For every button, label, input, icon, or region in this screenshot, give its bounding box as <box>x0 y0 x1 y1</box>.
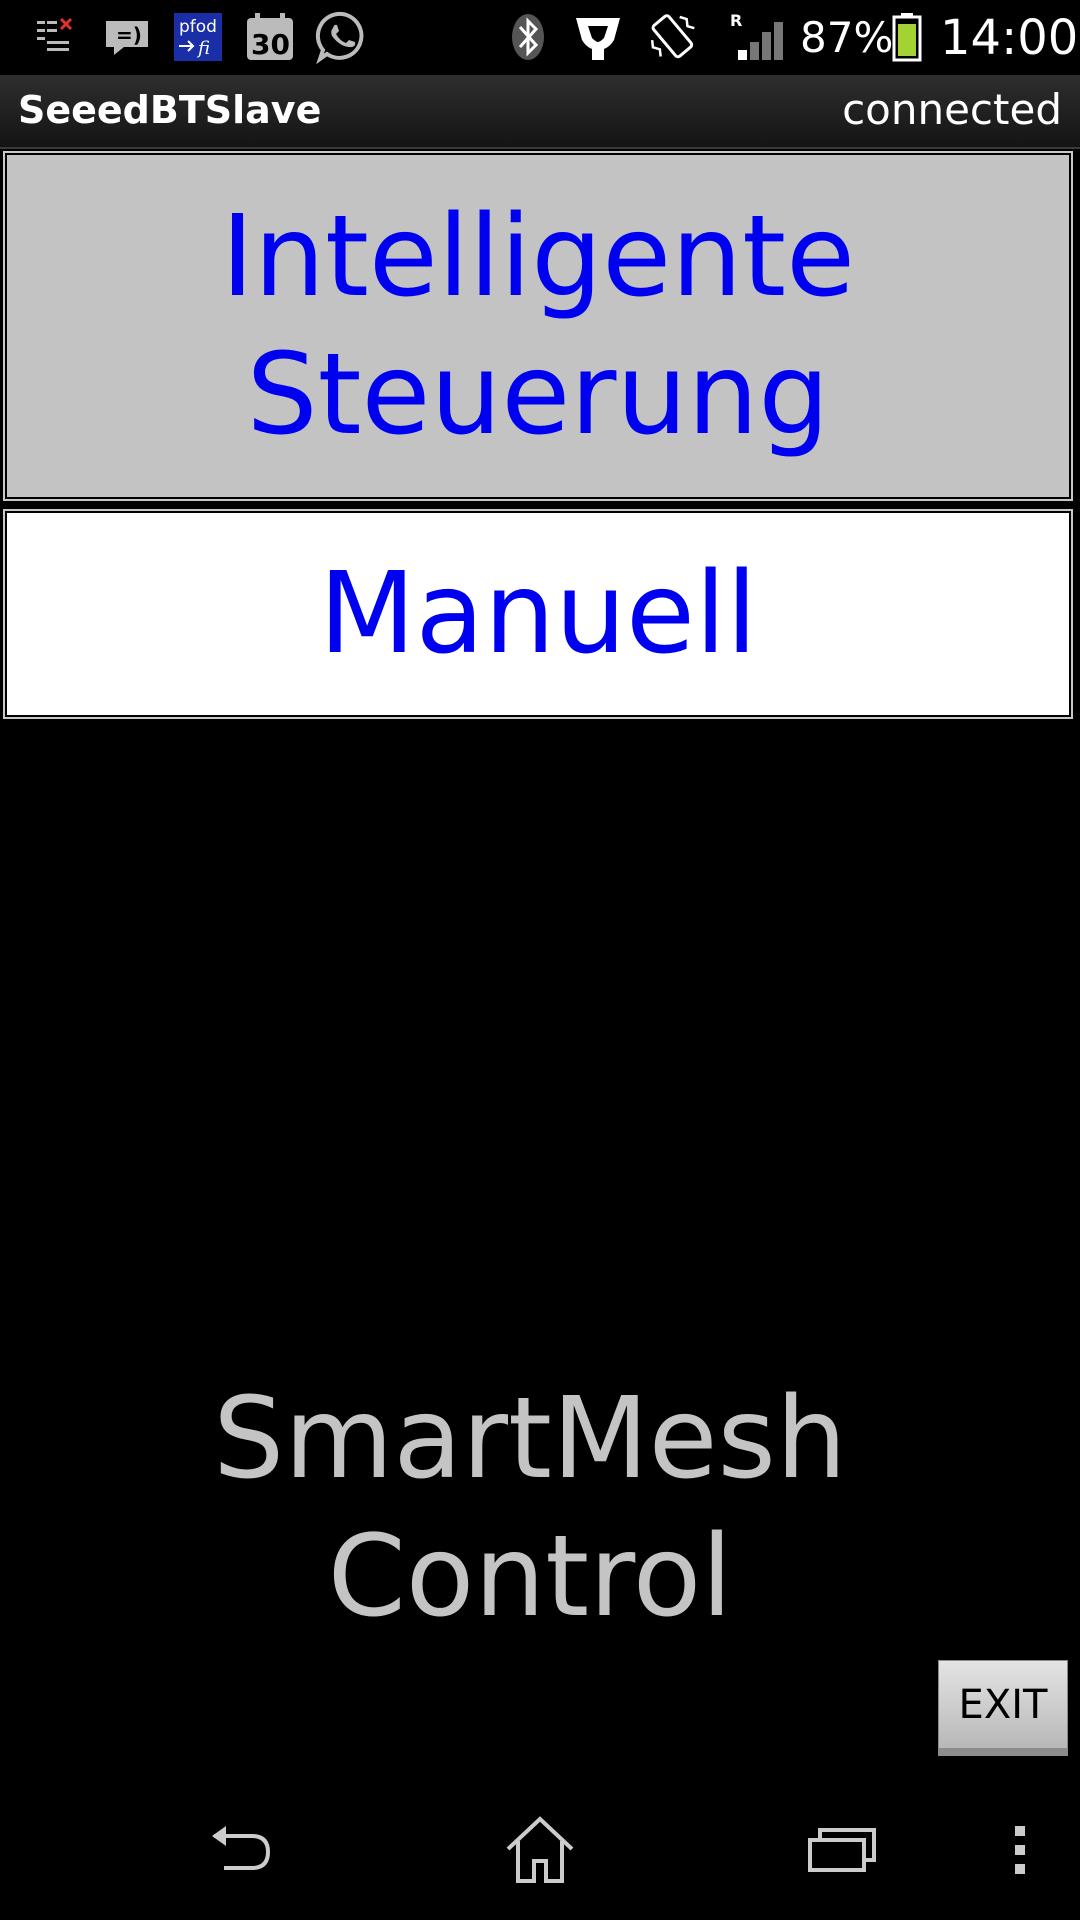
manual-label: Manuell <box>318 549 758 679</box>
battery-icon <box>890 10 924 64</box>
intelligent-control-label-line1: Intelligente <box>221 192 855 322</box>
recent-apps-icon[interactable] <box>800 1810 880 1890</box>
intelligent-control-label: Intelligente Steuerung <box>221 188 855 464</box>
bluetooth-icon <box>508 10 548 64</box>
overflow-menu-icon[interactable] <box>1000 1810 1040 1890</box>
signal-icon: R <box>726 10 786 64</box>
status-clock: 14:00 <box>940 10 1079 66</box>
svg-text:=): =) <box>116 23 142 47</box>
status-bar: =) pfod fi 30 R 87% 14:00 <box>0 0 1080 75</box>
app-title: SeeedBTSlave <box>18 88 322 132</box>
smartmesh-label-line1: SmartMesh <box>213 1374 847 1504</box>
intelligent-control-button[interactable]: Intelligente Steuerung <box>3 151 1073 501</box>
pfodfi-app-icon: pfod fi <box>172 10 224 64</box>
exit-button-label: EXIT <box>958 1681 1048 1728</box>
battery-percent: 87% <box>800 13 894 62</box>
svg-text:pfod: pfod <box>179 17 217 37</box>
back-icon[interactable] <box>200 1810 280 1890</box>
home-icon[interactable] <box>500 1810 580 1890</box>
vibrate-icon <box>644 10 702 64</box>
connection-status: connected <box>842 85 1062 134</box>
intelligent-control-label-line2: Steuerung <box>246 330 830 460</box>
nfc-icon <box>570 10 626 64</box>
smartmesh-control-label: SmartMesh Control <box>0 1370 1060 1646</box>
smartmesh-label-line2: Control <box>327 1512 733 1642</box>
chat-bubble-icon: =) <box>100 10 154 64</box>
svg-text:30: 30 <box>251 28 290 61</box>
whatsapp-icon <box>314 10 370 64</box>
navigation-bar <box>0 1780 1080 1920</box>
exit-button[interactable]: EXIT <box>938 1660 1068 1756</box>
calendar-icon: 30 <box>244 10 296 64</box>
manual-button[interactable]: Manuell <box>3 509 1073 719</box>
task-list-icon <box>30 10 80 64</box>
svg-text:R: R <box>730 11 742 30</box>
svg-text:fi: fi <box>196 38 210 59</box>
action-bar: SeeedBTSlave connected <box>0 75 1080 149</box>
